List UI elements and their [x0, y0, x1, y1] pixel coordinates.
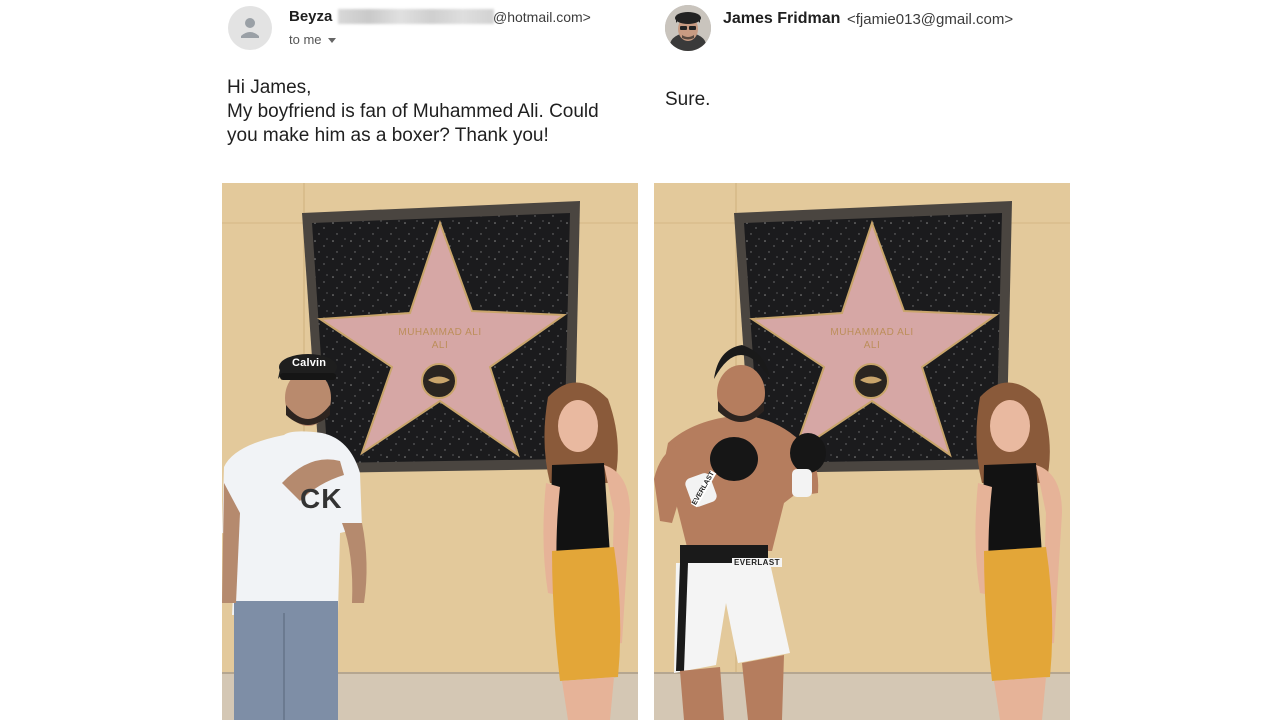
- original-photo: MUHAMMAD ALI ALI Calvin CK: [222, 183, 638, 720]
- message-line: My boyfriend is fan of Muhammed Ali. Cou…: [227, 101, 599, 122]
- trunks-waistband-logo: EVERLAST: [732, 558, 782, 567]
- star-name-line: ALI: [431, 340, 449, 351]
- recipient-label: to me: [289, 32, 322, 47]
- edited-photo: MUHAMMAD ALI ALI EVERLAST EVERLAST: [654, 183, 1070, 720]
- default-avatar-icon: [228, 6, 272, 50]
- chevron-down-icon[interactable]: [327, 37, 336, 43]
- email-body: Hi James, My boyfriend is fan of Muhamme…: [227, 76, 647, 148]
- shirt-logo: CK: [300, 483, 343, 514]
- reply-email: James Fridman <fjamie013@gmail.com> Sure…: [655, 0, 1075, 170]
- sender-avatar: [665, 5, 711, 51]
- cap-logo: Calvin: [292, 357, 327, 369]
- message-line: Hi James,: [227, 77, 312, 98]
- star-name-line: MUHAMMAD ALI: [398, 327, 482, 338]
- message-line: you make him as a boxer? Thank you!: [227, 125, 549, 146]
- recipient-details-toggle[interactable]: to me: [289, 32, 336, 47]
- redacted-email-blur: [338, 9, 494, 24]
- star-name-inscription: MUHAMMAD ALI ALI: [802, 326, 942, 352]
- sender-email: <fjamie013@gmail.com>: [847, 11, 1014, 28]
- reply-message: Sure.: [665, 89, 711, 110]
- original-email: Beyza @hotmail.com> to me Hi James, My b…: [212, 0, 642, 170]
- sender-email: @hotmail.com>: [493, 9, 591, 25]
- star-name-line: MUHAMMAD ALI: [830, 327, 914, 338]
- star-name-line: ALI: [863, 340, 881, 351]
- sender-name: Beyza: [289, 8, 333, 25]
- sender-name: James Fridman: [723, 10, 841, 27]
- star-name-inscription: MUHAMMAD ALI ALI: [370, 326, 510, 352]
